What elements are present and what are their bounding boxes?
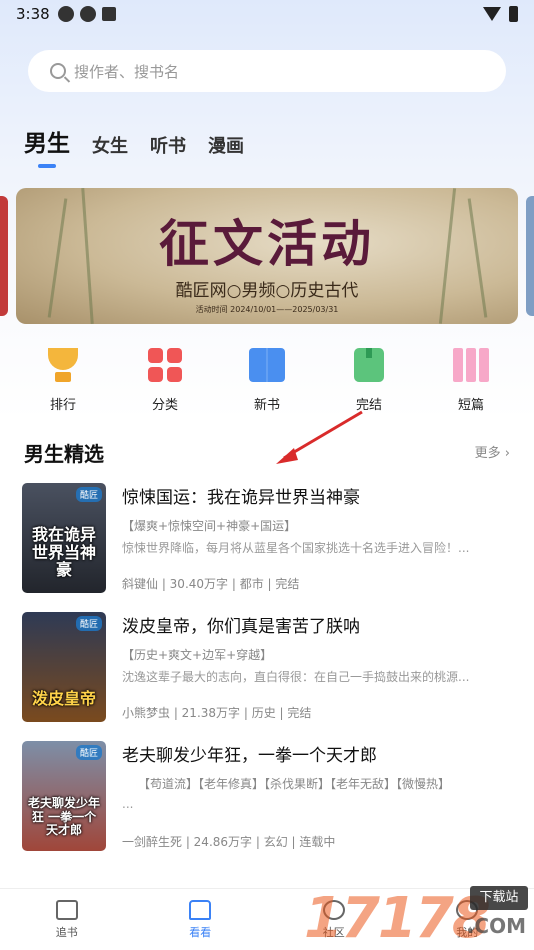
promo-banner[interactable]: 征文活动 酷匠网○男频○历史古代 活动时间 2024/10/01——2025/0… (16, 188, 518, 324)
battery-icon (509, 6, 518, 22)
book-cover[interactable]: 酷匠 泼皮皇帝 (22, 612, 106, 722)
watermark-domain: .COM (466, 914, 526, 938)
cover-title: 老夫聊发少年狂 一拳一个天才郎 (27, 796, 100, 837)
watermark-digits: 17178 (304, 886, 491, 950)
book-meta: 小熊梦虫 | 21.38万字 | 历史 | 完结 (122, 706, 312, 720)
category-classify[interactable]: 分类 (122, 348, 208, 413)
status-time: 3:38 (16, 5, 50, 23)
category-short[interactable]: 短篇 (428, 348, 514, 413)
book-cover[interactable]: 酷匠 我在诡异世界当神豪 (22, 483, 106, 593)
banner-next-peek[interactable] (526, 196, 534, 316)
category-label: 排行 (49, 398, 76, 413)
book-tags: 【苟道流】【老年修真】【杀伐果断】【老年无敌】【微慢热】 (138, 777, 451, 791)
banner-subtitle: 酷匠网○男频○历史古代 (175, 281, 359, 301)
category-shortcuts: 排行 分类 新书 完结 短篇 (20, 348, 514, 413)
cover-title: 我在诡异世界当神豪 (31, 525, 96, 580)
book-description: 惊悚世界降临，每月将从蓝星各个国家挑选十名选手进入冒险！... (122, 541, 470, 555)
book-item[interactable]: 酷匠 我在诡异世界当神豪 惊悚国运：我在诡异世界当神豪 【爆爽+惊悚空间+神豪+… (22, 483, 514, 595)
book-title[interactable]: 泼皮皇帝，你们真是害苦了朕呐 (122, 612, 360, 637)
nav-bookshelf[interactable]: 追书 (32, 899, 102, 940)
nav-label: 追书 (55, 925, 78, 939)
tab-female[interactable]: 女生 (92, 132, 128, 158)
cover-title: 泼皮皇帝 (31, 689, 96, 709)
a-notification-icon (102, 7, 116, 21)
book-item[interactable]: 酷匠 老夫聊发少年狂 一拳一个天才郎 老夫聊发少年狂，一拳一个天才郎 【苟道流】… (22, 741, 514, 853)
app-notification-icon (80, 6, 96, 22)
book-meta: 斜键仙 | 30.40万字 | 都市 | 完结 (122, 577, 300, 591)
annotation-arrow-icon (276, 410, 363, 464)
app-notification-icon (58, 6, 74, 22)
cover-badge: 酷匠 (75, 616, 102, 631)
banner-date: 活动时间 2024/10/01——2025/03/31 (195, 305, 339, 314)
bookmark-book-icon (351, 348, 387, 384)
book-tags: 【爆爽+惊悚空间+神豪+国运】 (122, 519, 297, 533)
watermark-badge: 下载站 (470, 886, 528, 910)
book-description: 沈逸这辈子最大的志向，直白得很：在自己一手捣鼓出来的桃源... (122, 670, 470, 684)
book-title[interactable]: 老夫聊发少年狂，一拳一个天才郎 (122, 741, 377, 766)
book-icon (55, 899, 78, 920)
trophy-icon (45, 348, 81, 384)
category-label: 短篇 (457, 398, 484, 413)
category-new-books[interactable]: 新书 (224, 348, 310, 413)
nav-discover[interactable]: 看看 (165, 899, 235, 940)
grid-icon (147, 348, 183, 384)
channel-tabs: 男生 女生 听书 漫画 (24, 124, 244, 168)
nav-label: 看看 (189, 925, 212, 939)
banner-prev-peek[interactable] (0, 196, 8, 316)
book-tags: 【历史+爽文+边军+穿越】 (122, 648, 273, 662)
book-description: ... (122, 797, 134, 811)
cover-badge: 酷匠 (75, 487, 102, 502)
book-meta: 一剑醉生死 | 24.86万字 | 玄幻 | 连载中 (122, 835, 336, 849)
more-link[interactable]: 更多 › (475, 442, 510, 461)
tab-male[interactable]: 男生 (24, 124, 70, 168)
book-item[interactable]: 酷匠 泼皮皇帝 泼皮皇帝，你们真是害苦了朕呐 【历史+爽文+边军+穿越】 沈逸这… (22, 612, 514, 724)
search-placeholder: 搜作者、搜书名 (74, 62, 180, 81)
category-finished[interactable]: 完结 (326, 348, 412, 413)
home-icon (189, 899, 212, 920)
open-book-icon (249, 348, 285, 384)
cover-badge: 酷匠 (75, 745, 102, 760)
search-icon (50, 63, 66, 79)
tab-audiobook[interactable]: 听书 (150, 132, 186, 158)
status-bar: 3:38 (0, 0, 534, 30)
status-notification-icons (58, 6, 116, 22)
search-input[interactable]: 搜作者、搜书名 (28, 50, 506, 92)
book-title[interactable]: 惊悚国运：我在诡异世界当神豪 (122, 483, 360, 508)
category-label: 分类 (151, 398, 178, 413)
books-icon (453, 348, 489, 384)
category-ranking[interactable]: 排行 (20, 348, 106, 413)
wifi-icon (483, 7, 501, 21)
tab-comic[interactable]: 漫画 (208, 132, 244, 158)
site-watermark: 17178 下载站 .COM (304, 884, 528, 950)
book-cover[interactable]: 酷匠 老夫聊发少年狂 一拳一个天才郎 (22, 741, 106, 851)
section-title: 男生精选 (24, 442, 104, 466)
status-system-icons (483, 6, 518, 22)
banner-title: 征文活动 (159, 214, 375, 273)
